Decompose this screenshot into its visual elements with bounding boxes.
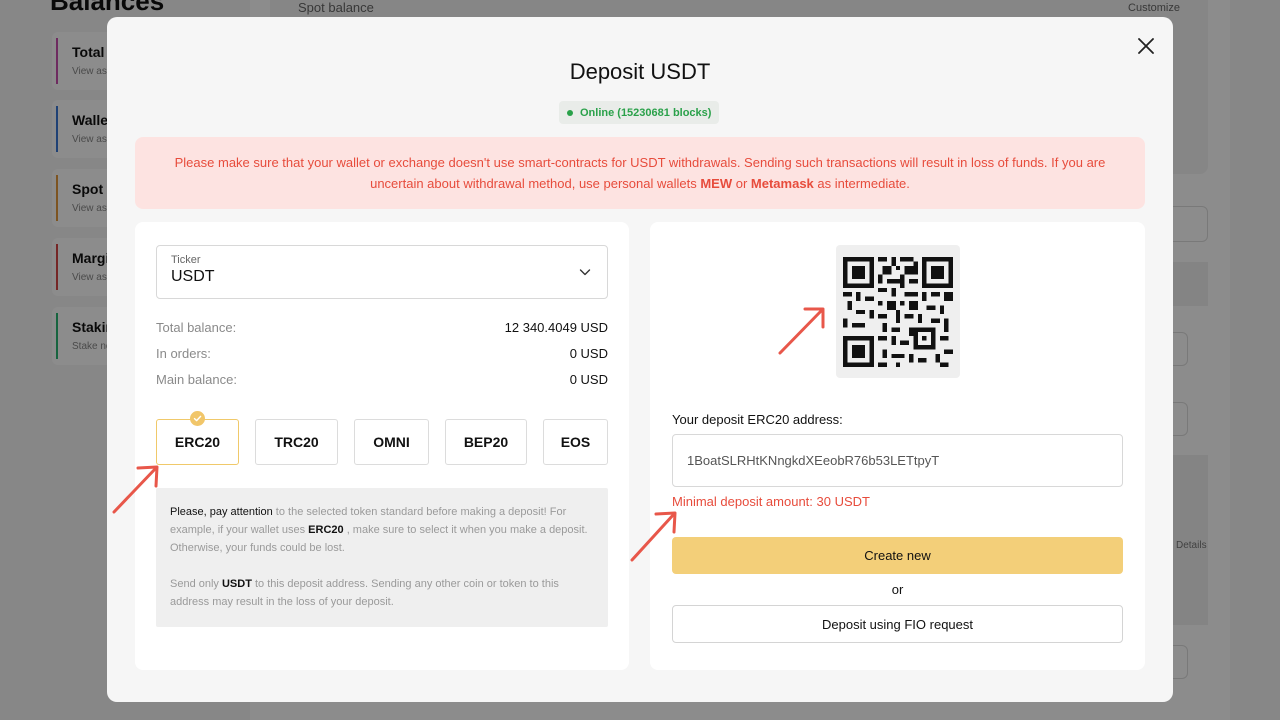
balance-label: In orders:	[156, 346, 211, 361]
qr-code	[836, 245, 960, 378]
attention-note: Please, pay attention to the selected to…	[156, 488, 608, 627]
balance-value: 0 USD	[569, 372, 608, 387]
status-badge: Online (15230681 blocks)	[559, 101, 720, 124]
standard-button-omni[interactable]: OMNI	[354, 419, 429, 465]
balance-label: Total balance:	[156, 320, 237, 335]
deposit-address-field[interactable]: 1BoatSLRHtKNngkdXEeobR76b53LETtpyT	[672, 434, 1123, 487]
warning-metamask: Metamask	[750, 176, 814, 191]
note-coin: USDT	[221, 578, 252, 590]
deposit-address-label: Your deposit ERC20 address:	[672, 412, 843, 427]
deposit-address-panel: Your deposit ERC20 address: 1BoatSLRHtKN…	[650, 222, 1145, 670]
balance-row-total: Total balance: 12 340.4049 USD	[156, 320, 608, 335]
standard-button-trc20[interactable]: TRC20	[255, 419, 338, 465]
or-separator: or	[891, 582, 904, 597]
status-text: Online (15230681 blocks)	[580, 106, 712, 119]
warning-banner: Please make sure that your wallet or exc…	[135, 137, 1145, 209]
warning-or: or	[732, 176, 751, 191]
status-dot-icon	[567, 109, 573, 116]
ticker-value: USDT	[171, 268, 215, 285]
balance-value: 0 USD	[569, 346, 608, 361]
annotation-arrow-icon	[630, 511, 677, 562]
deposit-options-panel: Ticker USDT Total balance: 12 340.4049 U…	[135, 222, 629, 670]
create-new-button[interactable]: Create new	[672, 537, 1123, 574]
minimal-deposit-text: Minimal deposit amount: 30 USDT	[672, 494, 870, 509]
note-emphasis: Please, pay attention	[170, 506, 273, 518]
annotation-arrow-icon	[778, 307, 825, 355]
close-icon[interactable]	[1135, 35, 1157, 57]
standard-button-eos[interactable]: EOS	[543, 419, 608, 465]
balance-row-orders: In orders: 0 USD	[156, 346, 608, 361]
annotation-arrow-icon	[112, 465, 159, 514]
check-icon	[190, 411, 205, 426]
note-standard: ERC20	[308, 524, 344, 536]
deposit-modal: Deposit USDT Online (15230681 blocks) Pl…	[107, 17, 1173, 702]
note-text: Send only	[170, 578, 222, 590]
warning-tail: as intermediate.	[813, 176, 910, 191]
chevron-down-icon	[579, 269, 591, 276]
warning-mew: MEW	[700, 176, 733, 191]
fio-request-button[interactable]: Deposit using FIO request	[672, 605, 1123, 643]
balance-row-main: Main balance: 0 USD	[156, 372, 608, 387]
qr-code-icon	[843, 256, 953, 367]
ticker-select[interactable]: Ticker USDT	[156, 245, 608, 299]
balance-label: Main balance:	[156, 372, 237, 387]
modal-title: Deposit USDT	[569, 59, 711, 84]
ticker-label: Ticker	[171, 254, 201, 266]
warning-text: Please make sure that your wallet or exc…	[174, 155, 1106, 191]
balance-value: 12 340.4049 USD	[504, 320, 608, 335]
standard-button-bep20[interactable]: BEP20	[445, 419, 527, 465]
